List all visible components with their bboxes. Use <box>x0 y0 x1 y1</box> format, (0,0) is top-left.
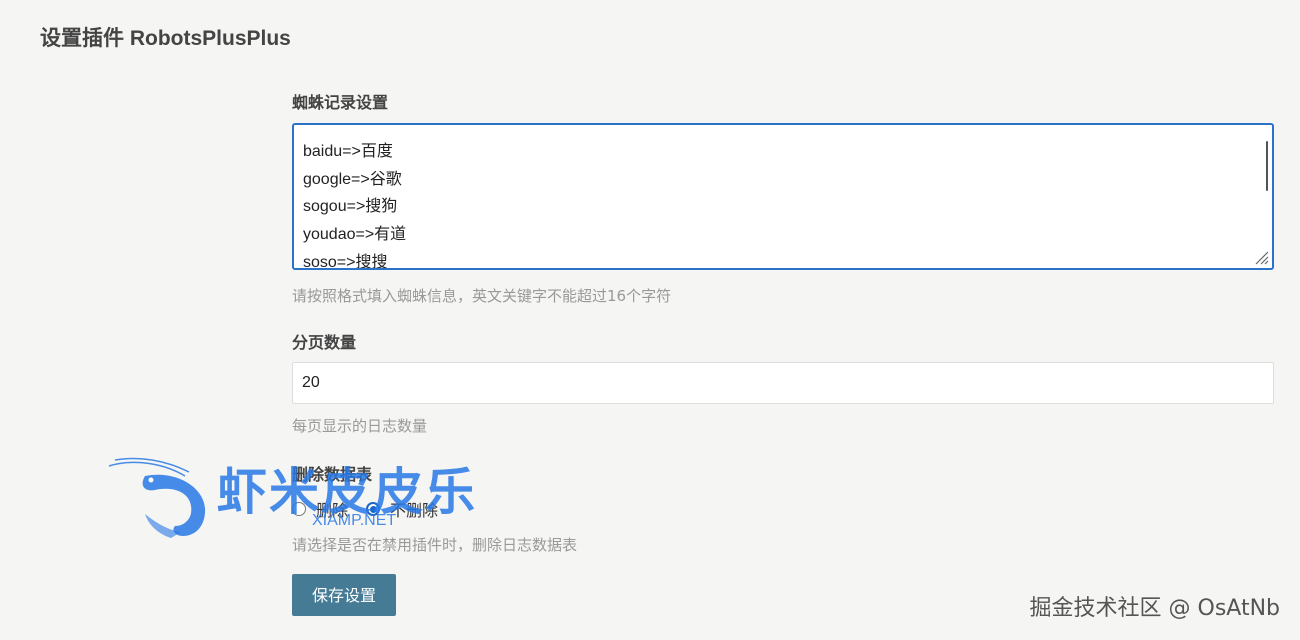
textarea-line: soso=>搜搜 <box>303 254 388 270</box>
page-size-label: 分页数量 <box>292 333 357 352</box>
resize-grip-icon[interactable] <box>1253 249 1269 265</box>
corner-watermark: 掘金技术社区 @ OsAtNb <box>1029 596 1280 621</box>
textarea-line: youdao=>有道 <box>303 226 407 243</box>
save-settings-button[interactable]: 保存设置 <box>292 574 396 616</box>
textarea-line: google=>谷歌 <box>303 171 402 188</box>
settings-page: 设置插件 RobotsPlusPlus 蜘蛛记录设置 baidu=>百度 goo… <box>0 0 1300 640</box>
page-size-hint: 每页显示的日志数量 <box>292 417 428 435</box>
page-size-input[interactable]: 20 <box>292 362 1274 404</box>
spider-settings-label: 蜘蛛记录设置 <box>292 93 389 112</box>
textarea-scrollbar[interactable] <box>1266 141 1268 191</box>
watermark-logo: 虾米皮皮乐 XIAMP.NET <box>105 452 525 542</box>
textarea-line: baidu=>百度 <box>303 143 393 160</box>
spider-settings-hint: 请按照格式填入蜘蛛信息，英文关键字不能超过16个字符 <box>292 287 672 305</box>
watermark-subtitle: XIAMP.NET <box>312 512 397 529</box>
page-title: 设置插件 RobotsPlusPlus <box>40 27 291 50</box>
textarea-line: sogou=>搜狗 <box>303 198 398 215</box>
spider-settings-textarea[interactable]: baidu=>百度 google=>谷歌 sogou=>搜狗 youdao=>有… <box>292 123 1274 270</box>
shrimp-icon <box>108 457 206 538</box>
